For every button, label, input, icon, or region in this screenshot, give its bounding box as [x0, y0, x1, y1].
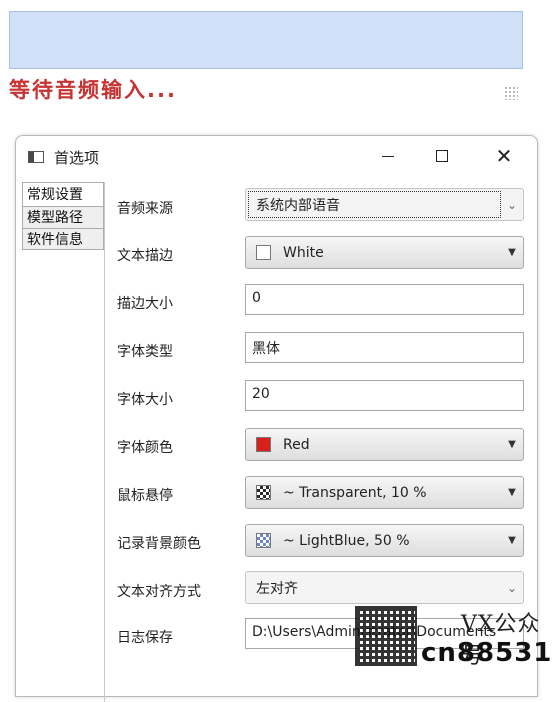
white-swatch-icon — [256, 245, 271, 260]
mouse-hover-color-select[interactable]: ~ Transparent, 10 % ▼ — [245, 476, 524, 509]
font-color-label: 字体颜色 — [117, 440, 173, 456]
stroke-size-input[interactable]: 0 — [245, 284, 524, 315]
minimize-button[interactable] — [366, 142, 410, 170]
log-save-label: 日志保存 — [117, 630, 173, 646]
window-title: 首选项 — [54, 149, 100, 167]
red-swatch-icon — [256, 437, 271, 452]
tab-model-path[interactable]: 模型路径 — [22, 206, 104, 228]
watermark-id: cn88531 — [421, 638, 553, 668]
close-icon: ✕ — [495, 144, 513, 168]
text-align-value: 左对齐 — [256, 580, 298, 597]
lightblue-swatch-icon — [256, 533, 271, 548]
stroke-size-label: 描边大小 — [117, 296, 173, 312]
focus-outline — [248, 191, 501, 218]
text-align-label: 文本对齐方式 — [117, 584, 201, 600]
minimize-icon — [382, 155, 394, 157]
maximize-button[interactable] — [420, 142, 464, 170]
chevron-down-icon: ⌄ — [506, 197, 518, 212]
record-bg-color-label: 记录背景颜色 — [117, 536, 201, 552]
dropdown-arrow-icon: ▼ — [508, 247, 516, 258]
tab-software-info[interactable]: 软件信息 — [22, 228, 104, 250]
maximize-icon — [436, 150, 448, 162]
text-stroke-value: White — [283, 244, 324, 261]
tab-panel-divider — [104, 182, 105, 702]
qr-code-icon — [355, 606, 417, 666]
font-type-label: 字体类型 — [117, 344, 173, 360]
audio-source-select[interactable]: 系统内部语音 ⌄ — [245, 188, 524, 221]
tab-general-settings[interactable]: 常规设置 — [22, 182, 104, 206]
font-type-input[interactable]: 黑体 — [245, 332, 524, 363]
mouse-hover-label: 鼠标悬停 — [117, 488, 173, 504]
mouse-hover-value: ~ Transparent, 10 % — [283, 484, 427, 501]
audio-source-label: 音频来源 — [117, 201, 173, 217]
watermark: VX公众号 cn88531 — [355, 606, 553, 669]
dropdown-arrow-icon: ▼ — [508, 439, 516, 450]
close-button[interactable]: ✕ — [482, 142, 526, 170]
app-icon — [28, 151, 44, 163]
font-color-select[interactable]: Red ▼ — [245, 428, 524, 461]
text-stroke-color-select[interactable]: White ▼ — [245, 236, 524, 269]
record-bg-color-value: ~ LightBlue, 50 % — [283, 532, 410, 549]
dropdown-arrow-icon: ▼ — [508, 487, 516, 498]
text-align-select[interactable]: 左对齐 ⌄ — [245, 571, 524, 604]
tab-list: 常规设置 模型路径 软件信息 — [22, 182, 104, 250]
dropdown-arrow-icon: ▼ — [508, 535, 516, 546]
font-size-label: 字体大小 — [117, 392, 173, 408]
resize-grip-icon[interactable] — [504, 86, 518, 100]
chevron-down-icon: ⌄ — [506, 580, 518, 595]
font-size-input[interactable]: 20 — [245, 380, 524, 411]
font-color-value: Red — [283, 436, 310, 453]
title-bar[interactable]: 首选项 ✕ — [16, 136, 537, 176]
waiting-status-text: 等待音频输入... — [9, 78, 177, 102]
transparent-swatch-icon — [256, 485, 271, 500]
text-stroke-label: 文本描边 — [117, 248, 173, 264]
record-bg-color-select[interactable]: ~ LightBlue, 50 % ▼ — [245, 524, 524, 557]
transcript-display-area — [9, 11, 523, 69]
